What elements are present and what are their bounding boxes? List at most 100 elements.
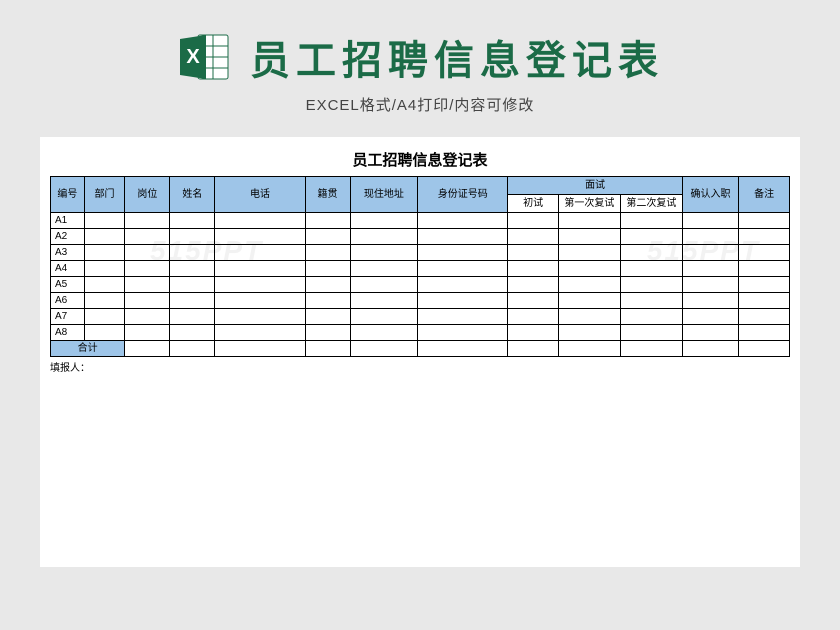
cell — [170, 293, 215, 309]
row-id: A4 — [51, 261, 85, 277]
table-row: A8 — [51, 325, 790, 341]
cell — [350, 229, 418, 245]
cell — [682, 213, 738, 229]
cell — [305, 261, 350, 277]
cell — [215, 261, 305, 277]
cell — [682, 325, 738, 341]
cell — [508, 229, 559, 245]
cell — [739, 277, 790, 293]
col-interview-group: 面试 — [508, 177, 683, 195]
cell — [84, 309, 125, 325]
cell — [418, 261, 508, 277]
cell — [215, 293, 305, 309]
table-row: A7 — [51, 309, 790, 325]
cell — [350, 309, 418, 325]
cell — [739, 213, 790, 229]
cell — [305, 213, 350, 229]
cell — [350, 213, 418, 229]
cell — [508, 309, 559, 325]
cell — [558, 277, 620, 293]
cell — [350, 261, 418, 277]
cell — [305, 245, 350, 261]
cell — [620, 309, 682, 325]
cell — [739, 245, 790, 261]
cell — [508, 261, 559, 277]
cell — [125, 229, 170, 245]
col-id: 编号 — [51, 177, 85, 213]
cell — [170, 325, 215, 341]
table-row: A2 — [51, 229, 790, 245]
row-id: A5 — [51, 277, 85, 293]
cell — [508, 213, 559, 229]
cell — [620, 325, 682, 341]
col-iv3: 第二次复试 — [620, 195, 682, 213]
cell — [125, 277, 170, 293]
row-id: A1 — [51, 213, 85, 229]
cell — [739, 325, 790, 341]
cell — [84, 325, 125, 341]
col-iv2: 第一次复试 — [558, 195, 620, 213]
page-title: 员工招聘信息登记表 — [250, 28, 664, 86]
cell — [558, 213, 620, 229]
cell — [418, 245, 508, 261]
row-id: A6 — [51, 293, 85, 309]
cell — [739, 261, 790, 277]
cell — [620, 213, 682, 229]
total-label: 合计 — [51, 341, 125, 357]
cell — [350, 277, 418, 293]
cell — [170, 213, 215, 229]
cell — [305, 277, 350, 293]
cell — [125, 261, 170, 277]
table-row: A6 — [51, 293, 790, 309]
cell — [215, 325, 305, 341]
col-phone: 电话 — [215, 177, 305, 213]
cell — [418, 229, 508, 245]
table-row: A5 — [51, 277, 790, 293]
cell — [305, 229, 350, 245]
row-id: A2 — [51, 229, 85, 245]
recruitment-table: 编号 部门 岗位 姓名 电话 籍贯 现住地址 身份证号码 面试 确认入职 备注 … — [50, 176, 790, 357]
cell — [682, 245, 738, 261]
cell — [350, 245, 418, 261]
cell — [350, 293, 418, 309]
cell — [84, 213, 125, 229]
cell — [215, 277, 305, 293]
cell — [418, 277, 508, 293]
cell — [558, 261, 620, 277]
cell — [682, 293, 738, 309]
cell — [125, 309, 170, 325]
cell — [125, 213, 170, 229]
cell — [558, 229, 620, 245]
cell — [84, 277, 125, 293]
col-iv1: 初试 — [508, 195, 559, 213]
cell — [558, 245, 620, 261]
cell — [350, 325, 418, 341]
cell — [558, 325, 620, 341]
col-name: 姓名 — [170, 177, 215, 213]
cell — [682, 261, 738, 277]
col-confirm: 确认入职 — [682, 177, 738, 213]
table-row: A1 — [51, 213, 790, 229]
cell — [84, 293, 125, 309]
cell — [620, 277, 682, 293]
cell — [418, 325, 508, 341]
table-row: A3 — [51, 245, 790, 261]
footer-note: 填报人： — [50, 359, 790, 374]
cell — [682, 277, 738, 293]
cell — [84, 245, 125, 261]
cell — [84, 261, 125, 277]
cell — [215, 309, 305, 325]
col-idnum: 身份证号码 — [418, 177, 508, 213]
cell — [682, 229, 738, 245]
cell — [170, 261, 215, 277]
cell — [170, 309, 215, 325]
svg-text:X: X — [186, 46, 200, 68]
cell — [558, 293, 620, 309]
cell — [170, 245, 215, 261]
page-subtitle: EXCEL格式/A4打印/内容可修改 — [0, 94, 840, 115]
table-row: A4 — [51, 261, 790, 277]
cell — [739, 229, 790, 245]
cell — [418, 293, 508, 309]
row-id: A7 — [51, 309, 85, 325]
cell — [508, 325, 559, 341]
